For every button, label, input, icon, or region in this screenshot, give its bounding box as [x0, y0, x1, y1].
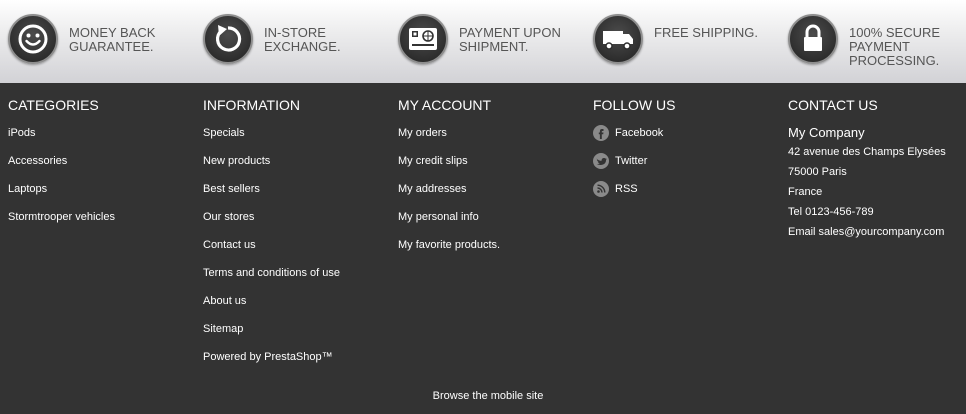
account-link[interactable]: My orders [398, 126, 588, 154]
rss-icon [593, 181, 609, 197]
social-link-facebook[interactable]: Facebook [593, 125, 783, 154]
category-link[interactable]: Stormtrooper vehicles [8, 210, 198, 238]
category-link[interactable]: iPods [8, 126, 198, 154]
information-link[interactable]: New products [203, 154, 393, 182]
reassurance-shipping: FREE SHIPPING. [593, 14, 783, 66]
padlock-icon [788, 14, 838, 64]
reassurance-exchange: IN-STORE EXCHANGE. [203, 14, 393, 66]
reassurance-text: FREE SHIPPING. [654, 25, 759, 40]
contact-email[interactable]: Email sales@yourcompany.com [788, 225, 966, 245]
reassurance-text: MONEY BACK GUARANTEE. [69, 25, 156, 54]
category-link[interactable]: Laptops [8, 182, 198, 210]
footer-my-account: MY ACCOUNT My orders My credit slips My … [398, 97, 588, 266]
account-title: MY ACCOUNT [398, 97, 492, 113]
social-label: RSS [615, 183, 638, 195]
information-link[interactable]: About us [203, 294, 393, 322]
contact-phone: Tel 0123-456-789 [788, 206, 874, 218]
information-link[interactable]: Our stores [203, 210, 393, 238]
payment-card-icon [398, 14, 448, 64]
social-link-rss[interactable]: RSS [593, 181, 783, 210]
information-title: INFORMATION [203, 97, 300, 113]
categories-title: CATEGORIES [8, 97, 99, 113]
reassurance-text: 100% SECURE PAYMENT PROCESSING. [849, 25, 941, 68]
information-link[interactable]: Terms and conditions of use [203, 266, 393, 294]
footer-follow-us: FOLLOW US Facebook Twitter RSS [593, 97, 783, 210]
reassurance-text: PAYMENT UPON SHIPMENT. [459, 25, 561, 54]
address-city: 75000 Paris [788, 166, 847, 178]
footer-contact-us: CONTACT US My Company 42 avenue des Cham… [788, 97, 966, 245]
refresh-arrow-icon [203, 14, 253, 64]
information-link[interactable]: Contact us [203, 238, 393, 266]
reassurance-secure: 100% SECURE PAYMENT PROCESSING. [788, 14, 966, 68]
information-link[interactable]: Sitemap [203, 322, 393, 350]
footer-categories: CATEGORIES iPods Accessories Laptops Sto… [8, 97, 198, 238]
account-link[interactable]: My personal info [398, 210, 588, 238]
reassurance-money-back: MONEY BACK GUARANTEE. [8, 14, 198, 66]
delivery-truck-icon [593, 14, 643, 64]
information-link[interactable]: Best sellers [203, 182, 393, 210]
information-link[interactable]: Powered by PrestaShop™ [203, 350, 393, 378]
address-country: France [788, 186, 823, 198]
address-line: 42 avenue des Champs Elysées [788, 146, 946, 158]
account-link[interactable]: My credit slips [398, 154, 588, 182]
company-name: My Company [788, 125, 865, 140]
browse-mobile-site-link[interactable]: Browse the mobile site [0, 390, 966, 402]
reassurance-payment: PAYMENT UPON SHIPMENT. [398, 14, 588, 66]
social-label: Twitter [615, 155, 648, 167]
footer-information: INFORMATION Specials New products Best s… [203, 97, 393, 378]
reassurance-strip: MONEY BACKGUARANTEE. IN-STOREEXCHANGE. [0, 0, 966, 83]
facebook-icon [593, 125, 609, 141]
follow-title: FOLLOW US [593, 97, 676, 113]
reassurance-text: IN-STORE EXCHANGE. [264, 25, 341, 54]
social-link-twitter[interactable]: Twitter [593, 153, 783, 182]
account-link[interactable]: My addresses [398, 182, 588, 210]
contact-title: CONTACT US [788, 97, 878, 113]
account-link[interactable]: My favorite products. [398, 238, 588, 266]
information-link[interactable]: Specials [203, 126, 393, 154]
social-label: Facebook [615, 127, 664, 139]
category-link[interactable]: Accessories [8, 154, 198, 182]
smiley-icon [8, 14, 58, 64]
twitter-icon [593, 153, 609, 169]
